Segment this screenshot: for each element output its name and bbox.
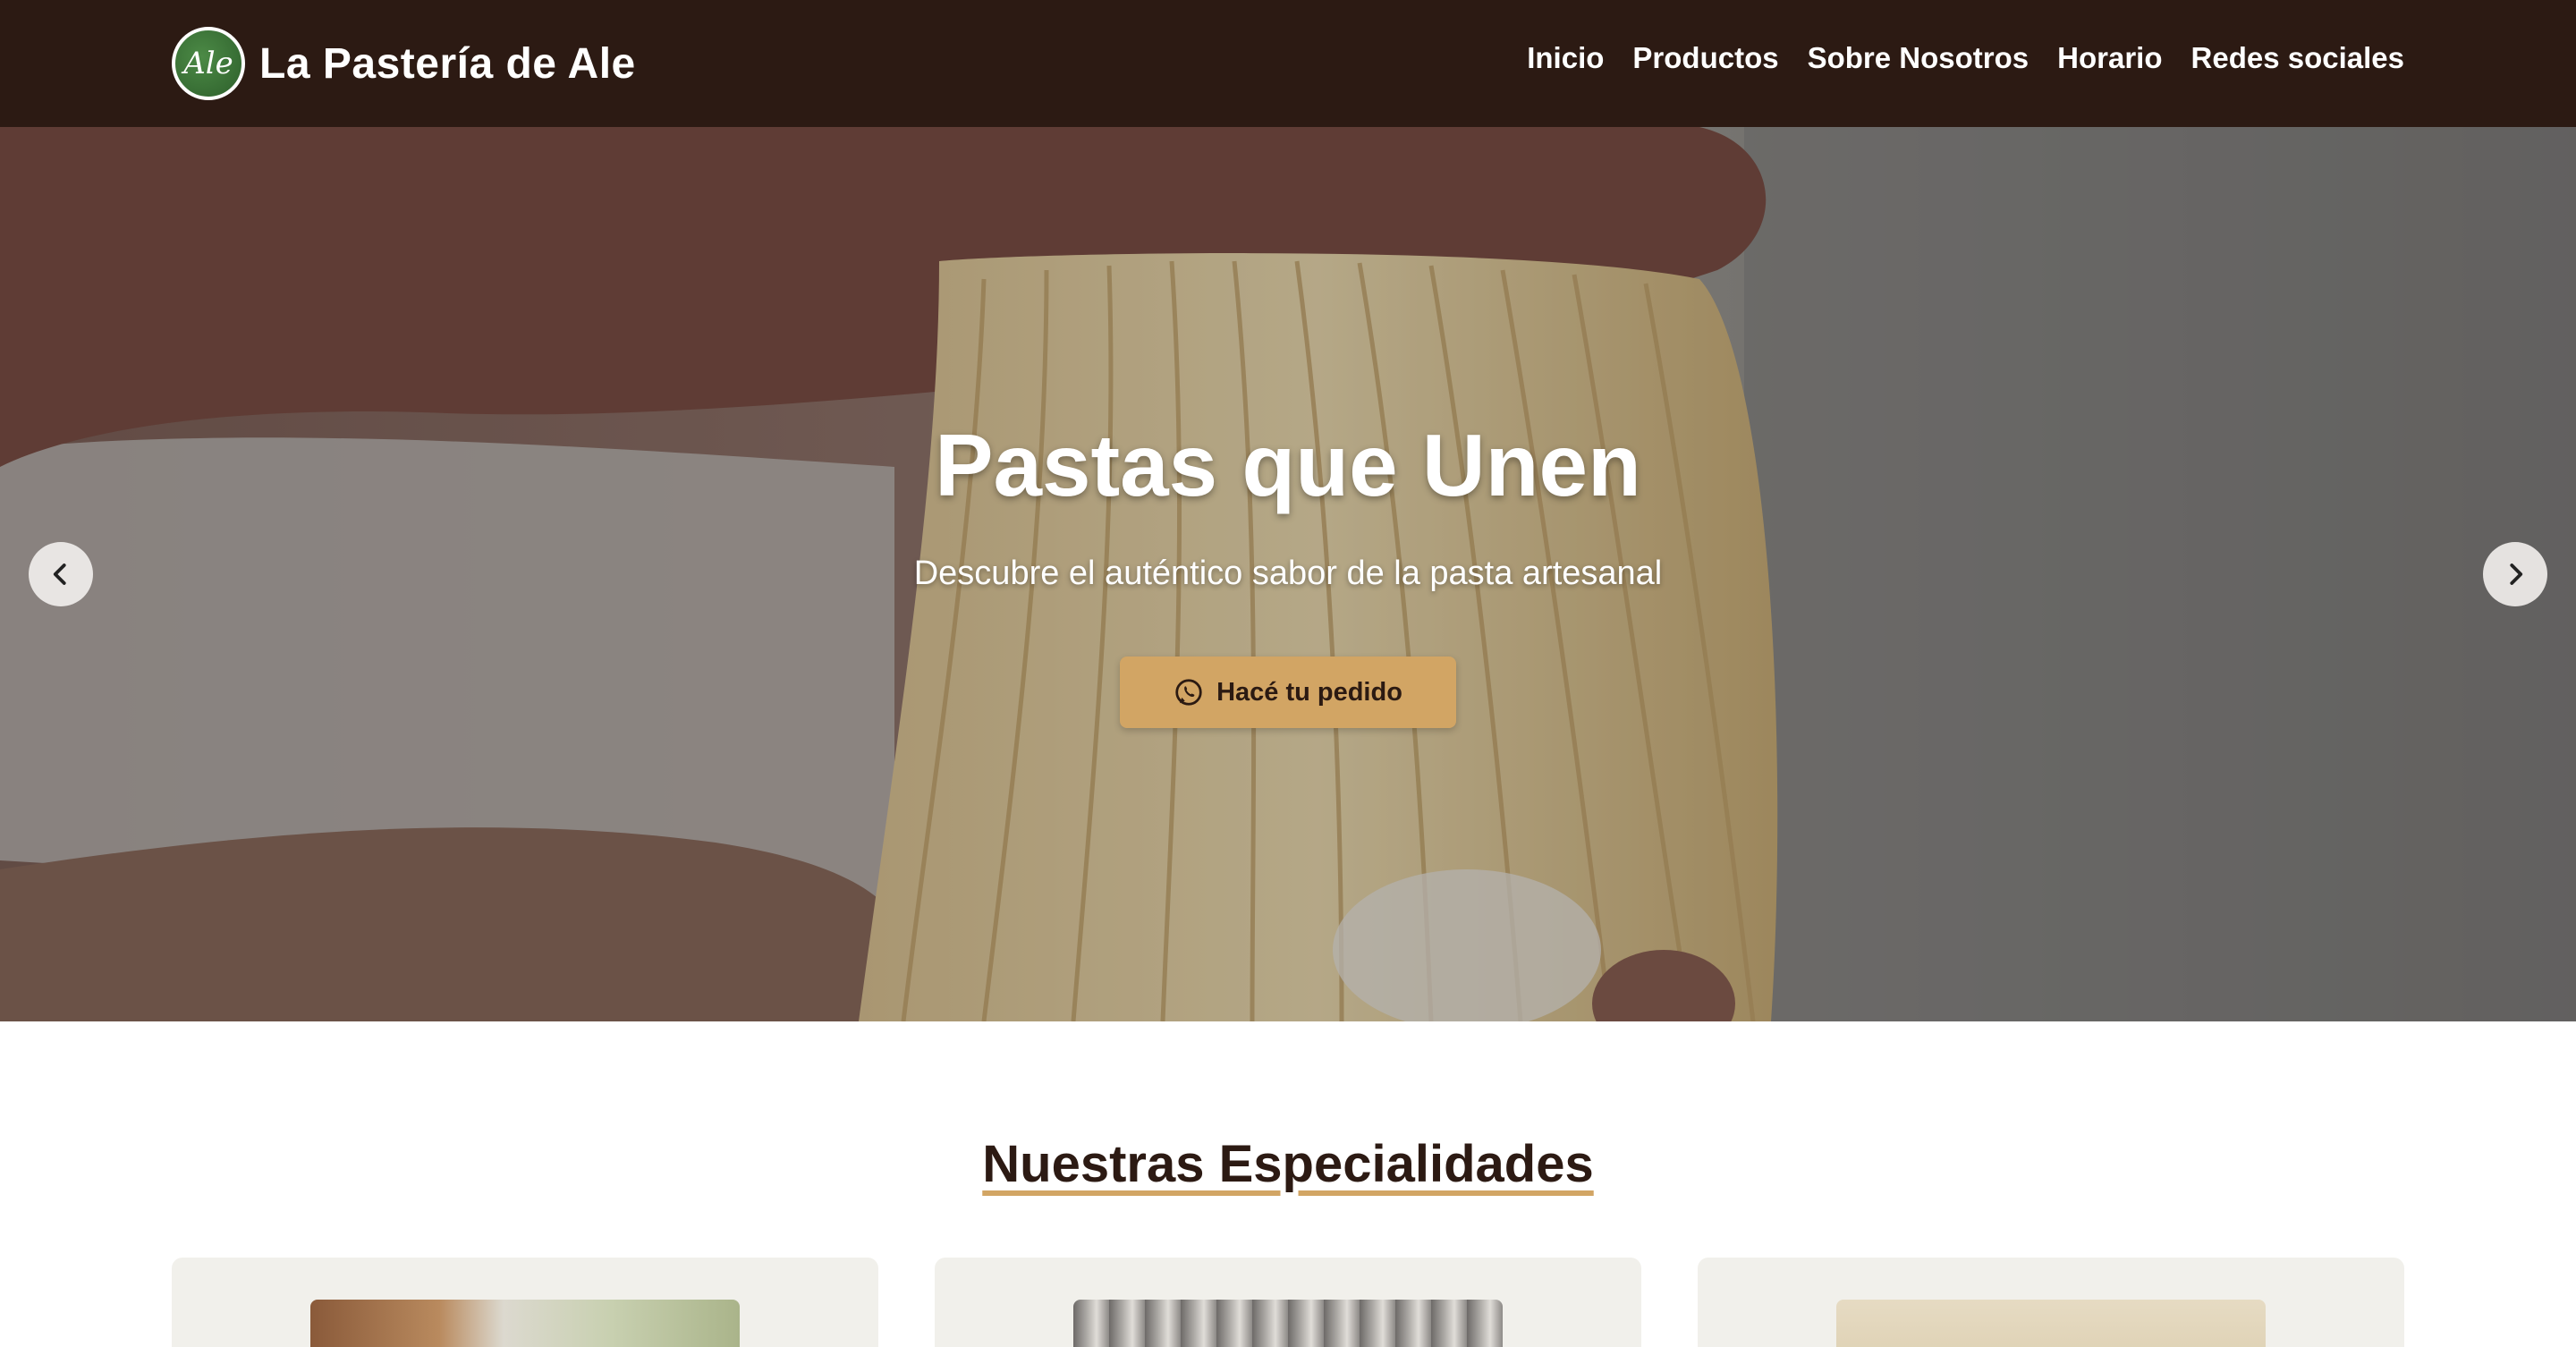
- navbar: Ale La Pastería de Ale Inicio Productos …: [0, 0, 2576, 127]
- specialties-title: Nuestras Especialidades: [0, 1134, 2576, 1194]
- hero-carousel: Pastas que Unen Descubre el auténtico sa…: [0, 127, 2576, 1021]
- carousel-next-button[interactable]: [2483, 542, 2547, 606]
- specialty-card-image: [310, 1300, 740, 1347]
- brand[interactable]: Ale La Pastería de Ale: [172, 25, 636, 102]
- order-button-label: Hacé tu pedido: [1216, 677, 1402, 707]
- specialty-card-image: [1836, 1300, 2266, 1347]
- order-button[interactable]: Hacé tu pedido: [1120, 657, 1456, 728]
- nav-link-sobre-nosotros[interactable]: Sobre Nosotros: [1808, 41, 2029, 75]
- hero-subtitle: Descubre el auténtico sabor de la pasta …: [913, 555, 1663, 592]
- nav-link-horario[interactable]: Horario: [2057, 41, 2162, 75]
- specialties-title-text: Nuestras Especialidades: [982, 1135, 1594, 1193]
- brand-logo[interactable]: Ale: [172, 27, 245, 100]
- brand-name[interactable]: La Pastería de Ale: [259, 39, 636, 89]
- chevron-left-icon: [53, 563, 66, 585]
- specialty-card[interactable]: [935, 1258, 1641, 1347]
- hero-title: Pastas que Unen: [935, 416, 1641, 514]
- logo-text: Ale: [183, 46, 233, 81]
- specialty-card[interactable]: [1698, 1258, 2404, 1347]
- chevron-right-icon: [2510, 563, 2523, 585]
- nav-link-productos[interactable]: Productos: [1632, 41, 1778, 75]
- nav-link-redes-sociales[interactable]: Redes sociales: [2191, 41, 2404, 75]
- carousel-prev-button[interactable]: [29, 542, 93, 606]
- whatsapp-icon: [1175, 679, 1202, 706]
- specialty-card-image: [1073, 1300, 1503, 1347]
- nav-link-inicio[interactable]: Inicio: [1527, 41, 1604, 75]
- main-nav: Inicio Productos Sobre Nosotros Horario …: [1527, 41, 2404, 75]
- specialty-card[interactable]: [172, 1258, 878, 1347]
